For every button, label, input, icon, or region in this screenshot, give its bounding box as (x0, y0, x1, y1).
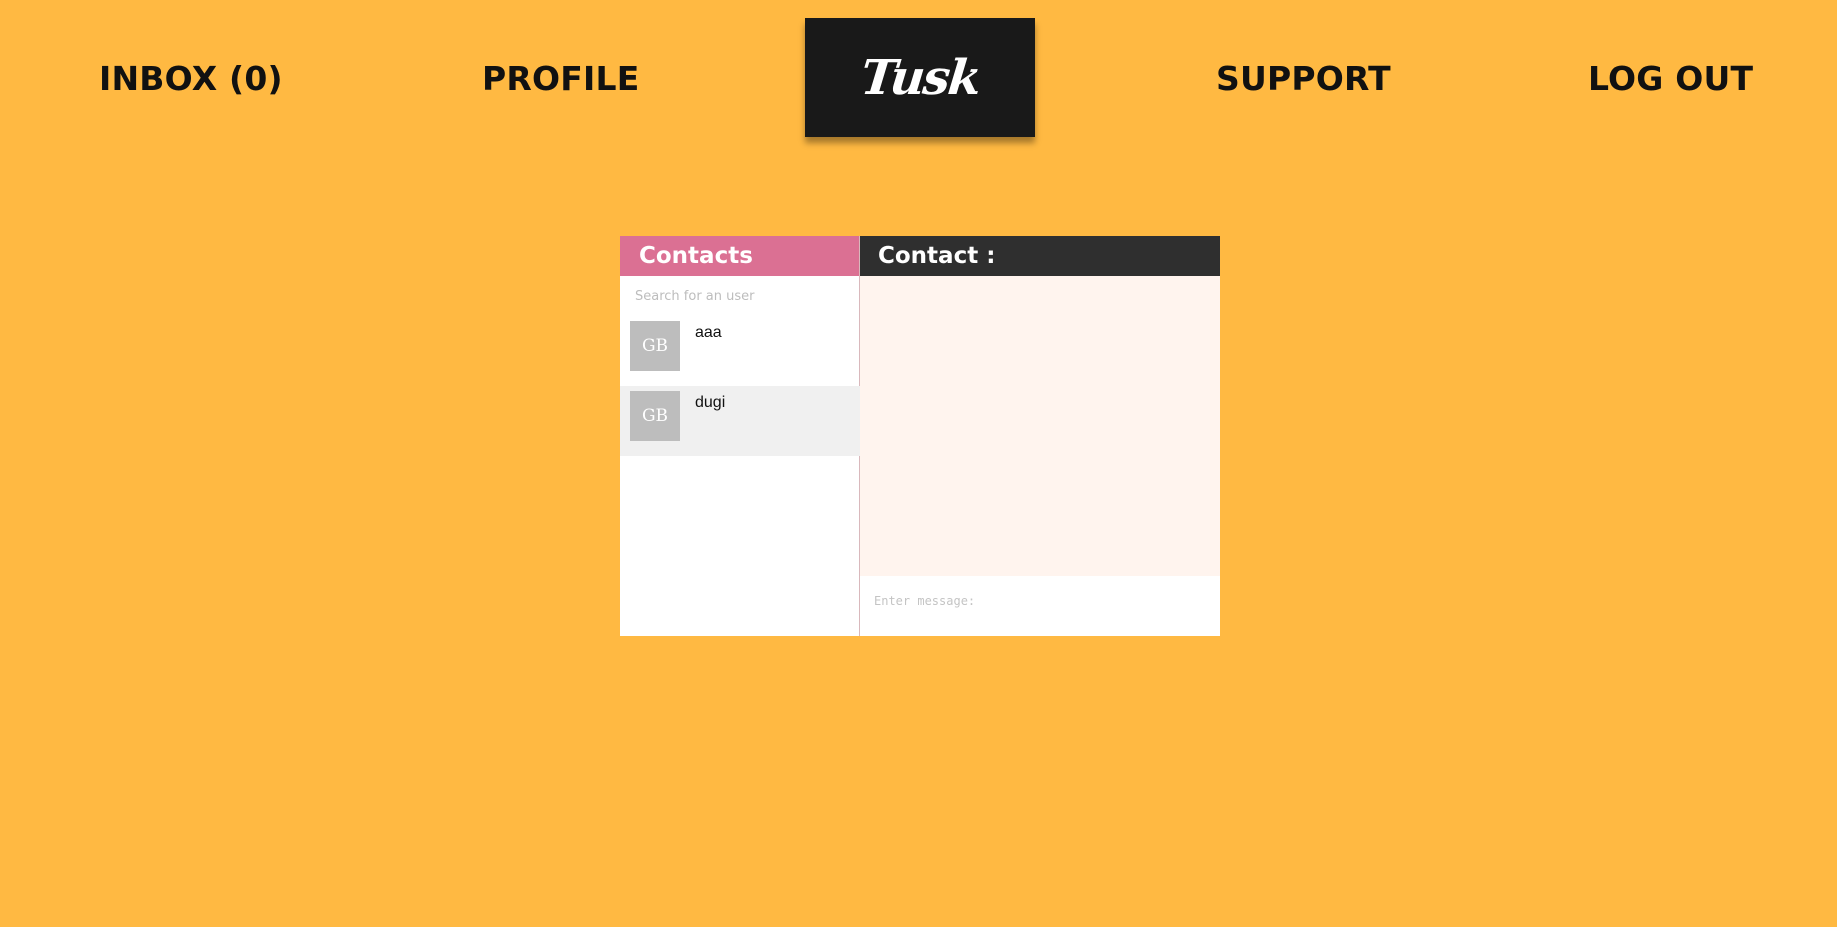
avatar: GB (630, 391, 680, 441)
nav-support-link[interactable]: SUPPORT (1216, 56, 1391, 102)
contact-item-aaa[interactable]: GB aaa (620, 316, 860, 386)
message-input[interactable] (860, 576, 1220, 626)
contact-item-dugi[interactable]: GB dugi (620, 386, 860, 456)
contacts-header: Contacts (620, 236, 859, 276)
avatar: GB (630, 321, 680, 371)
logo-home-link[interactable]: Tusk (805, 18, 1035, 137)
logo: Tusk (857, 49, 983, 106)
nav-logout-link[interactable]: LOG OUT (1588, 56, 1753, 102)
conversation-panel: Contact : (860, 236, 1220, 636)
contacts-panel: Contacts GB aaa GB dugi (620, 236, 860, 636)
nav-profile-link[interactable]: PROFILE (482, 56, 639, 102)
nav-inbox-link[interactable]: INBOX (0) (99, 56, 283, 102)
chat-window: Contacts GB aaa GB dugi Contact : (620, 236, 1220, 636)
search-user-input[interactable] (620, 276, 860, 316)
conversation-header: Contact : (860, 236, 1220, 276)
messages-area[interactable] (860, 276, 1220, 576)
contact-name: aaa (695, 324, 722, 341)
contact-name: dugi (695, 394, 726, 411)
